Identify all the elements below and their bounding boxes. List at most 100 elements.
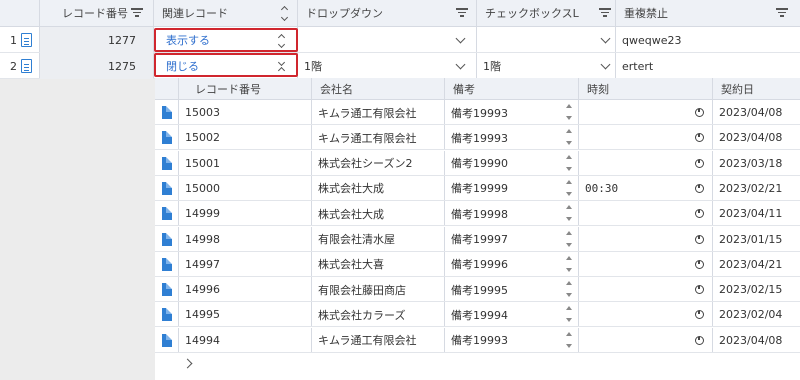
sub-note[interactable]: 備考19994: [445, 302, 560, 327]
sub-header-contract[interactable]: 契約日: [713, 78, 800, 100]
sub-header-record-no[interactable]: レコード番号: [187, 78, 312, 100]
spin-down-icon[interactable]: [566, 242, 572, 247]
clock-icon[interactable]: [695, 108, 704, 117]
spin-down-icon[interactable]: [566, 267, 572, 272]
sub-time[interactable]: [579, 328, 689, 353]
sub-header-note[interactable]: 備考: [445, 78, 579, 100]
spin-up-icon[interactable]: [566, 179, 572, 184]
sub-time[interactable]: [579, 201, 689, 226]
sub-note[interactable]: 備考19997: [445, 227, 560, 252]
subtable-row[interactable]: 15001 株式会社シーズン2 備考19990 2023/03/18: [155, 150, 800, 176]
sub-header-company[interactable]: 会社名: [312, 78, 445, 100]
record-detail-icon[interactable]: [162, 131, 172, 145]
sub-note[interactable]: 備考19996: [445, 252, 560, 277]
subtable-row[interactable]: 14995 株式会社カラーズ 備考19994 2023/02/04: [155, 302, 800, 328]
clock-icon[interactable]: [695, 285, 704, 295]
filter-icon[interactable]: [130, 8, 144, 18]
sub-contract: 2023/02/04: [719, 308, 783, 322]
sub-header-time[interactable]: 時刻: [579, 78, 713, 100]
record-detail-icon[interactable]: [162, 232, 172, 246]
row-index: 1: [10, 33, 17, 47]
filter-icon[interactable]: [598, 8, 612, 18]
header-dropdown[interactable]: ドロップダウン: [298, 0, 476, 26]
spin-down-icon[interactable]: [566, 343, 572, 348]
subtable-row[interactable]: 14994 キムラ通工有限会社 備考19993 2023/04/08: [155, 327, 800, 353]
spin-up-icon[interactable]: [566, 331, 572, 336]
sub-time[interactable]: [579, 125, 689, 150]
sub-time[interactable]: [579, 302, 689, 327]
subtable-row[interactable]: 15002 キムラ通工有限会社 備考19993 2023/04/08: [155, 125, 800, 151]
spin-down-icon[interactable]: [566, 191, 572, 196]
clock-icon[interactable]: [695, 234, 704, 244]
spin-up-icon[interactable]: [566, 306, 572, 311]
spin-down-icon[interactable]: [566, 166, 572, 171]
clock-icon[interactable]: [695, 209, 704, 219]
spin-up-icon[interactable]: [566, 255, 572, 260]
dropdown-select[interactable]: 1階: [298, 53, 448, 79]
table-row[interactable]: 1 1277 表示する qweqwe23: [0, 27, 800, 53]
spin-down-icon[interactable]: [566, 293, 572, 298]
checkbox-select[interactable]: 1階: [477, 53, 587, 79]
spin-up-icon[interactable]: [566, 154, 572, 159]
filter-icon[interactable]: [455, 8, 469, 18]
sub-note[interactable]: 備考19993: [445, 100, 560, 125]
record-detail-icon[interactable]: [21, 33, 32, 47]
spin-down-icon[interactable]: [566, 116, 572, 120]
sub-time[interactable]: [579, 252, 689, 277]
spin-down-icon[interactable]: [566, 217, 572, 222]
clock-icon[interactable]: [695, 133, 704, 143]
sub-note[interactable]: 備考19993: [445, 328, 560, 353]
spin-down-icon[interactable]: [566, 141, 572, 146]
sub-note[interactable]: 備考19998: [445, 201, 560, 226]
record-detail-icon[interactable]: [162, 181, 172, 195]
sub-time[interactable]: [579, 151, 689, 176]
clock-icon[interactable]: [695, 158, 704, 168]
subtable-row[interactable]: 14996 有限会社藤田商店 備考19995 2023/02/15: [155, 277, 800, 303]
sub-time[interactable]: [579, 277, 689, 302]
filter-icon[interactable]: [775, 8, 789, 18]
clock-icon[interactable]: [695, 335, 704, 345]
record-detail-icon[interactable]: [162, 156, 172, 170]
sub-note[interactable]: 備考19993: [445, 125, 560, 150]
header-unique[interactable]: 重複禁止: [616, 0, 800, 26]
chevron-down-icon[interactable]: [600, 33, 611, 44]
subtable-row[interactable]: 15003 キムラ通工有限会社 備考19993 2023/04/08: [155, 100, 800, 125]
dropdown-select[interactable]: [298, 27, 448, 53]
spin-up-icon[interactable]: [566, 281, 572, 286]
record-detail-icon[interactable]: [162, 283, 172, 297]
record-detail-icon[interactable]: [162, 257, 172, 271]
record-detail-icon[interactable]: [162, 207, 172, 221]
table-row[interactable]: 2 1275 閉じる 1階 1階 ertert: [0, 53, 800, 79]
sub-note[interactable]: 備考19999: [445, 176, 560, 201]
checkbox-select[interactable]: [477, 27, 587, 53]
chevron-down-icon[interactable]: [455, 59, 466, 70]
sub-time[interactable]: 00:30: [579, 176, 689, 201]
chevron-down-icon[interactable]: [455, 33, 466, 44]
spin-up-icon[interactable]: [566, 104, 572, 108]
clock-icon[interactable]: [695, 183, 704, 193]
clock-icon[interactable]: [695, 310, 704, 320]
chevron-down-icon[interactable]: [600, 59, 611, 70]
header-related[interactable]: 関連レコード: [154, 0, 297, 26]
header-checkbox[interactable]: チェックボックスL: [477, 0, 615, 26]
spin-up-icon[interactable]: [566, 205, 572, 210]
record-detail-icon[interactable]: [162, 333, 172, 347]
record-detail-icon[interactable]: [21, 59, 32, 73]
sub-record-no: 15003: [185, 106, 220, 119]
spin-up-icon[interactable]: [566, 230, 572, 235]
sort-icon[interactable]: [280, 5, 288, 22]
sub-time[interactable]: [579, 100, 689, 125]
record-detail-icon[interactable]: [162, 106, 172, 119]
spin-down-icon[interactable]: [566, 318, 572, 323]
subtable-footer: [155, 353, 800, 380]
subtable-row[interactable]: 14998 有限会社清水屋 備考19997 2023/01/15: [155, 226, 800, 252]
sub-note[interactable]: 備考19990: [445, 151, 560, 176]
subtable-row[interactable]: 14997 株式会社大喜 備考19996 2023/04/21: [155, 251, 800, 277]
subtable-row[interactable]: 15000 株式会社大成 備考19999 00:30 2023/02/21: [155, 175, 800, 201]
sub-note[interactable]: 備考19995: [445, 277, 560, 302]
sub-time[interactable]: [579, 227, 689, 252]
record-detail-icon[interactable]: [162, 308, 172, 322]
spin-up-icon[interactable]: [566, 129, 572, 134]
subtable-row[interactable]: 14999 株式会社大成 備考19998 2023/04/11: [155, 201, 800, 227]
clock-icon[interactable]: [695, 259, 704, 269]
